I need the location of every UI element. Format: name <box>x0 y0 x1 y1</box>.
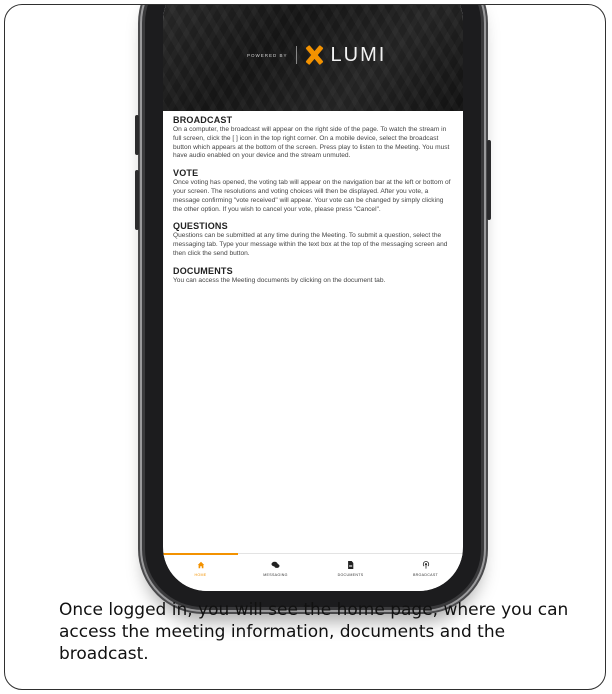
section-title: QUESTIONS <box>173 221 228 232</box>
tab-label: DOCUMENTS <box>337 573 364 577</box>
broadcast-icon <box>421 560 431 570</box>
tab-messaging[interactable]: MESSAGING <box>238 554 313 591</box>
powered-by-text: POWERED BY <box>247 52 288 58</box>
volume-down-button <box>135 170 139 230</box>
content-card: POWERED BY LUMI BROADCAST On a computer,… <box>4 4 606 690</box>
bottom-tab-bar: HOME MESSAGING DOCUMENTS BROADCAST <box>163 553 463 591</box>
lumi-x-icon <box>305 46 323 64</box>
volume-up-button <box>135 115 139 155</box>
section-vote: VOTE Once voting has opened, the voting … <box>173 168 453 214</box>
home-icon <box>196 560 206 570</box>
tab-label: MESSAGING <box>263 573 288 577</box>
brand-name: LUMI <box>330 43 387 66</box>
section-text: Once voting has opened, the voting tab w… <box>173 179 451 213</box>
tab-label: HOME <box>194 573 207 577</box>
section-text: You can access the Meeting documents by … <box>173 276 386 284</box>
caption-text: Once logged in, you will see the home pa… <box>59 600 569 664</box>
section-title: BROADCAST <box>173 115 233 125</box>
section-text: Questions can be submitted at any time d… <box>173 232 448 257</box>
chat-icon <box>271 560 281 570</box>
tab-documents[interactable]: DOCUMENTS <box>313 554 388 591</box>
section-broadcast: BROADCAST On a computer, the broadcast w… <box>173 115 453 161</box>
tab-home[interactable]: HOME <box>163 553 238 591</box>
section-title: VOTE <box>173 168 199 179</box>
logo-divider <box>295 46 297 64</box>
section-questions: QUESTIONS Questions can be submitted at … <box>173 221 453 258</box>
header-banner: POWERED BY LUMI <box>163 5 463 111</box>
phone-screen: POWERED BY LUMI BROADCAST On a computer,… <box>163 5 463 591</box>
section-documents: DOCUMENTS You can access the Meeting doc… <box>173 266 453 286</box>
phone-mockup: POWERED BY LUMI BROADCAST On a computer,… <box>135 5 491 607</box>
lumi-logo: POWERED BY LUMI <box>247 43 386 67</box>
power-button <box>487 140 491 220</box>
meeting-info: BROADCAST On a computer, the broadcast w… <box>173 115 453 293</box>
document-icon <box>346 560 356 570</box>
section-text: On a computer, the broadcast will appear… <box>173 126 450 160</box>
tab-broadcast[interactable]: BROADCAST <box>388 554 463 591</box>
section-title: DOCUMENTS <box>173 265 233 276</box>
tab-label: BROADCAST <box>412 573 439 577</box>
